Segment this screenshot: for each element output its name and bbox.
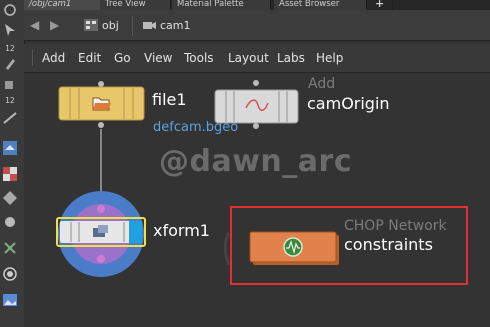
watermark-text: @dawn_arc bbox=[159, 144, 353, 179]
tab-tree-view[interactable]: Tree View bbox=[100, 0, 171, 10]
menu-labs[interactable]: Labs bbox=[277, 51, 305, 65]
tab-obj-cam1[interactable]: /obj/cam1 bbox=[24, 0, 101, 10]
file1-subtitle: defcam.bgeo bbox=[153, 120, 239, 135]
menu-separator bbox=[32, 50, 33, 66]
file1-input-dot bbox=[98, 81, 104, 87]
toolbar-number-1: 12 bbox=[5, 44, 15, 53]
left-toolbar: 12 12 bbox=[0, 0, 25, 327]
xform1-display-flag bbox=[129, 221, 142, 243]
tab-bar: /obj/cam1 Tree View Material Palette Ass… bbox=[24, 0, 490, 10]
camorigin-type-label: Add bbox=[308, 76, 336, 92]
file1-label: file1 bbox=[152, 90, 187, 109]
xform1-output-dot bbox=[97, 255, 105, 263]
tab-asset-browser[interactable]: Asset Browser bbox=[274, 0, 367, 10]
waveform-icon bbox=[283, 237, 303, 257]
breadcrumb-divider bbox=[132, 16, 133, 36]
path-bar: ◀ ▶ obj cam1 bbox=[24, 10, 490, 41]
toolbar-number-2: 12 bbox=[5, 96, 15, 105]
camorigin-output-dot bbox=[253, 123, 259, 129]
menu-tools[interactable]: Tools bbox=[184, 51, 214, 65]
folder-icon bbox=[92, 97, 111, 111]
handle-tool-icon[interactable] bbox=[2, 214, 18, 230]
menu-edit[interactable]: Edit bbox=[78, 51, 101, 65]
image-tool-icon[interactable] bbox=[2, 292, 18, 308]
menu-help[interactable]: Help bbox=[316, 51, 343, 65]
constraints-label: constraints bbox=[344, 235, 433, 254]
xform1-label: xform1 bbox=[153, 221, 210, 240]
camera-icon bbox=[143, 22, 156, 29]
constraints-type-label: CHOP Network bbox=[344, 218, 447, 234]
obj-context-icon bbox=[84, 19, 98, 31]
tab-material-palette[interactable]: Material Palette bbox=[172, 0, 271, 10]
menu-layout[interactable]: Layout bbox=[228, 51, 269, 65]
brush-tool-icon[interactable] bbox=[2, 56, 18, 72]
network-canvas bbox=[56, 80, 468, 285]
eye-tool-icon[interactable] bbox=[2, 2, 18, 18]
record-tool-icon[interactable] bbox=[2, 266, 18, 282]
menu-bar: Add Edit Go View Tools Layout Labs Help bbox=[24, 44, 490, 73]
network-editor[interactable]: file1 defcam.bgeo Add camOrigin @dawn_ar… bbox=[24, 73, 490, 327]
knife-tool-icon[interactable] bbox=[2, 110, 18, 126]
xform1-input-dot bbox=[97, 205, 105, 213]
view-tool-icon[interactable] bbox=[2, 140, 18, 156]
menu-add[interactable]: Add bbox=[42, 51, 65, 65]
menu-view[interactable]: View bbox=[144, 51, 172, 65]
pointer-tool-icon[interactable] bbox=[2, 22, 18, 38]
sculpt-tool-icon[interactable] bbox=[2, 76, 18, 92]
camorigin-input-dot bbox=[253, 80, 259, 86]
forward-button[interactable]: ▶ bbox=[50, 18, 59, 32]
breadcrumb-obj[interactable]: obj bbox=[102, 18, 119, 34]
menu-go[interactable]: Go bbox=[114, 51, 131, 65]
camorigin-label: camOrigin bbox=[307, 94, 390, 113]
add-tab-button[interactable]: + bbox=[370, 0, 393, 10]
checker-tool-icon[interactable] bbox=[2, 166, 18, 182]
breadcrumb-cam1[interactable]: cam1 bbox=[160, 18, 191, 34]
file1-output-dot bbox=[98, 122, 104, 128]
network-box-edge bbox=[223, 232, 231, 266]
back-button[interactable]: ◀ bbox=[30, 18, 39, 32]
bones-tool-icon[interactable] bbox=[2, 240, 18, 256]
snap-tool-icon[interactable] bbox=[2, 190, 18, 206]
